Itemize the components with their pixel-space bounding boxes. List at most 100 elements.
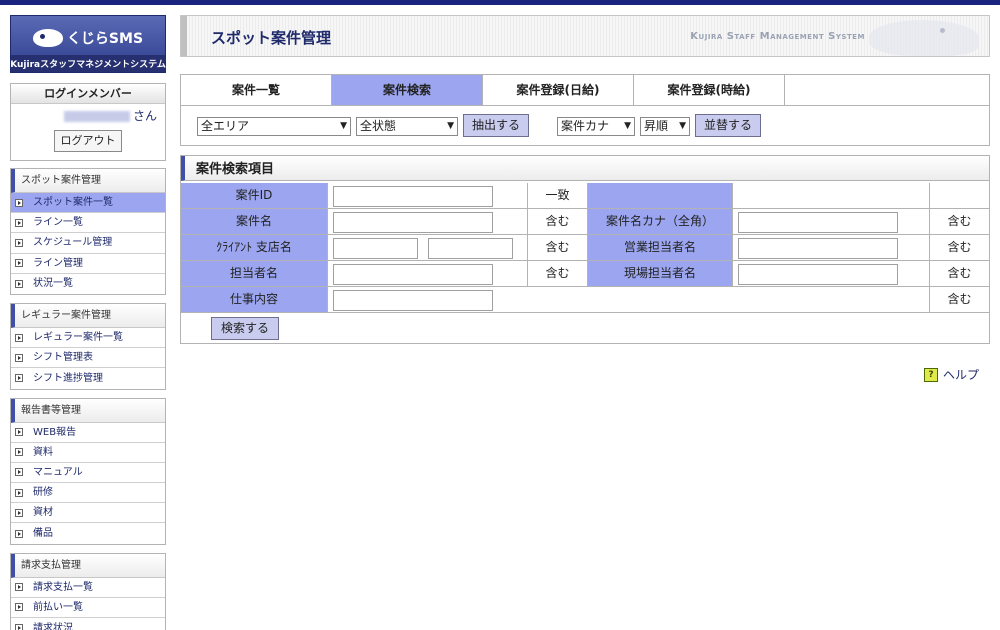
- menu-section-regular: レギュラー案件管理 レギュラー案件一覧 シフト管理表 シフト進捗管理: [10, 302, 166, 390]
- label-client-branch: ｸﾗｲｱﾝﾄ 支店名: [181, 235, 328, 261]
- menu-section-title: 請求支払管理: [11, 553, 165, 578]
- sidebar-item-label: 資料: [33, 446, 53, 458]
- page-title: スポット案件管理: [211, 29, 332, 47]
- arrow-right-icon: [15, 353, 23, 362]
- sidebar-item-training[interactable]: 研修: [11, 483, 165, 504]
- label-empty-blue: [588, 183, 733, 209]
- sort-field-select[interactable]: 案件カナ ▼: [557, 117, 635, 136]
- client-name-input[interactable]: [333, 238, 418, 259]
- search-panel: 案件検索項目 案件ID 一致 案件名 含む 案件名カナ（全角） 含む ｸﾗｲｱﾝ…: [180, 155, 990, 344]
- sort-order-select[interactable]: 昇順 ▼: [640, 117, 690, 136]
- sidebar-item-line-manage[interactable]: ライン管理: [11, 254, 165, 274]
- mode-client-branch: 含む: [528, 235, 588, 261]
- label-staff-name: 担当者名: [181, 261, 328, 287]
- filter-bar: 全エリア ▼ 全状態 ▼ 抽出する 案件カナ ▼ 昇順 ▼ 並替する: [180, 106, 990, 146]
- chevron-down-icon: ▼: [679, 121, 686, 131]
- sort-button[interactable]: 並替する: [695, 114, 761, 137]
- case-id-input[interactable]: [333, 186, 493, 207]
- arrow-right-icon: [15, 603, 23, 612]
- sidebar-item-label: スケジュール管理: [33, 237, 113, 249]
- sidebar-item-status-list[interactable]: 状況一覧: [11, 274, 165, 294]
- sidebar: くじらSMS Kujiraスタッフマネジメントシステム ログインメンバー さん …: [10, 15, 166, 630]
- login-user-suffix: さん: [132, 109, 157, 123]
- sidebar-item-label: マニュアル: [33, 466, 83, 478]
- sidebar-item-shift-progress[interactable]: シフト進捗管理: [11, 368, 165, 388]
- arrow-right-icon: [15, 238, 23, 247]
- search-button[interactable]: 検索する: [211, 317, 279, 340]
- sales-rep-input[interactable]: [738, 238, 898, 259]
- sidebar-item-shift-table[interactable]: シフト管理表: [11, 348, 165, 369]
- label-case-id: 案件ID: [181, 183, 328, 209]
- sidebar-item-billing-status[interactable]: 請求状況: [11, 618, 165, 630]
- logo-subtitle: Kujiraスタッフマネジメントシステム: [10, 55, 166, 72]
- sidebar-item-schedule[interactable]: スケジュール管理: [11, 233, 165, 254]
- sidebar-item-billing-list[interactable]: 請求支払一覧: [11, 578, 165, 598]
- arrow-right-icon: [15, 583, 23, 592]
- label-case-name-kana: 案件名カナ（全角）: [588, 209, 733, 235]
- mode-case-name: 含む: [528, 209, 588, 235]
- sidebar-item-spot-list[interactable]: スポット案件一覧: [11, 193, 165, 214]
- page-header: スポット案件管理 Kujira Staff Management System: [180, 15, 990, 57]
- login-title: ログインメンバー: [11, 84, 165, 104]
- sidebar-item-regular-list[interactable]: レギュラー案件一覧: [11, 328, 165, 349]
- area-select[interactable]: 全エリア ▼: [197, 117, 351, 136]
- chevron-down-icon: ▼: [624, 121, 631, 131]
- cell-empty: [733, 183, 930, 209]
- logo-main: くじらSMS: [11, 24, 165, 52]
- whale-eye-decoration: [940, 28, 945, 33]
- arrow-right-icon: [15, 333, 23, 342]
- whale-logo-icon: [32, 29, 63, 47]
- menu-section-reports: 報告書等管理 WEB報告 資料 マニュアル 研修 資材 備品: [10, 397, 166, 545]
- sidebar-item-label: レギュラー案件一覧: [33, 332, 123, 344]
- label-sales-rep: 営業担当者名: [588, 235, 733, 261]
- login-box: ログインメンバー さん ログアウト: [10, 83, 166, 161]
- menu-section-billing: 請求支払管理 請求支払一覧 前払い一覧 請求状況: [10, 552, 166, 630]
- sidebar-item-label: スポット案件一覧: [33, 197, 113, 209]
- sidebar-item-label: 前払い一覧: [33, 601, 83, 613]
- mode-site-rep: 含む: [930, 261, 989, 287]
- menu-section-title: レギュラー案件管理: [11, 303, 165, 328]
- help-label: ヘルプ: [943, 368, 980, 382]
- sidebar-item-equipment[interactable]: 備品: [11, 523, 165, 543]
- tab-case-search[interactable]: 案件検索: [332, 75, 483, 105]
- system-name: Kujira Staff Management System: [690, 31, 865, 42]
- sidebar-item-materials[interactable]: 資材: [11, 503, 165, 524]
- sidebar-item-line-list[interactable]: ライン一覧: [11, 213, 165, 234]
- logo[interactable]: くじらSMS Kujiraスタッフマネジメントシステム: [10, 15, 166, 73]
- mode-sales-rep: 含む: [930, 235, 989, 261]
- sidebar-item-manual[interactable]: マニュアル: [11, 463, 165, 484]
- tab-register-hourly[interactable]: 案件登録(時給): [634, 75, 785, 105]
- sidebar-item-web-report[interactable]: WEB報告: [11, 423, 165, 443]
- sidebar-item-label: 資材: [33, 507, 53, 519]
- mode-case-name-kana: 含む: [930, 209, 989, 235]
- tab-case-list[interactable]: 案件一覧: [181, 75, 332, 105]
- logout-button[interactable]: ログアウト: [54, 130, 122, 152]
- whale-watermark-icon: [869, 20, 979, 56]
- sidebar-item-label: シフト管理表: [33, 352, 93, 364]
- help-link[interactable]: ? ヘルプ: [924, 366, 979, 383]
- branch-name-input[interactable]: [428, 238, 513, 259]
- tab-bar: 案件一覧 案件検索 案件登録(日給) 案件登録(時給): [180, 74, 990, 106]
- label-case-name: 案件名: [181, 209, 328, 235]
- arrow-right-icon: [15, 259, 23, 268]
- staff-name-input[interactable]: [333, 264, 493, 285]
- extract-button[interactable]: 抽出する: [463, 114, 529, 137]
- sidebar-item-label: 研修: [33, 487, 53, 499]
- arrow-right-icon: [15, 508, 23, 517]
- status-select[interactable]: 全状態 ▼: [356, 117, 458, 136]
- job-content-input[interactable]: [333, 290, 493, 311]
- login-user-name-redacted: [63, 111, 130, 122]
- sidebar-item-documents[interactable]: 資料: [11, 443, 165, 463]
- sidebar-item-label: 請求支払一覧: [33, 581, 93, 593]
- case-name-kana-input[interactable]: [738, 212, 898, 233]
- help-icon: ?: [924, 367, 938, 382]
- tab-register-daily[interactable]: 案件登録(日給): [483, 75, 634, 105]
- status-select-value: 全状態: [360, 119, 397, 133]
- arrow-right-icon: [15, 374, 23, 383]
- sidebar-item-label: ライン管理: [33, 257, 83, 269]
- sidebar-item-prepay-list[interactable]: 前払い一覧: [11, 598, 165, 618]
- case-name-input[interactable]: [333, 212, 493, 233]
- menu-section-spot: スポット案件管理 スポット案件一覧 ライン一覧 スケジュール管理 ライン管理 状…: [10, 168, 166, 295]
- menu-section-title: 報告書等管理: [11, 398, 165, 423]
- site-rep-input[interactable]: [738, 264, 898, 285]
